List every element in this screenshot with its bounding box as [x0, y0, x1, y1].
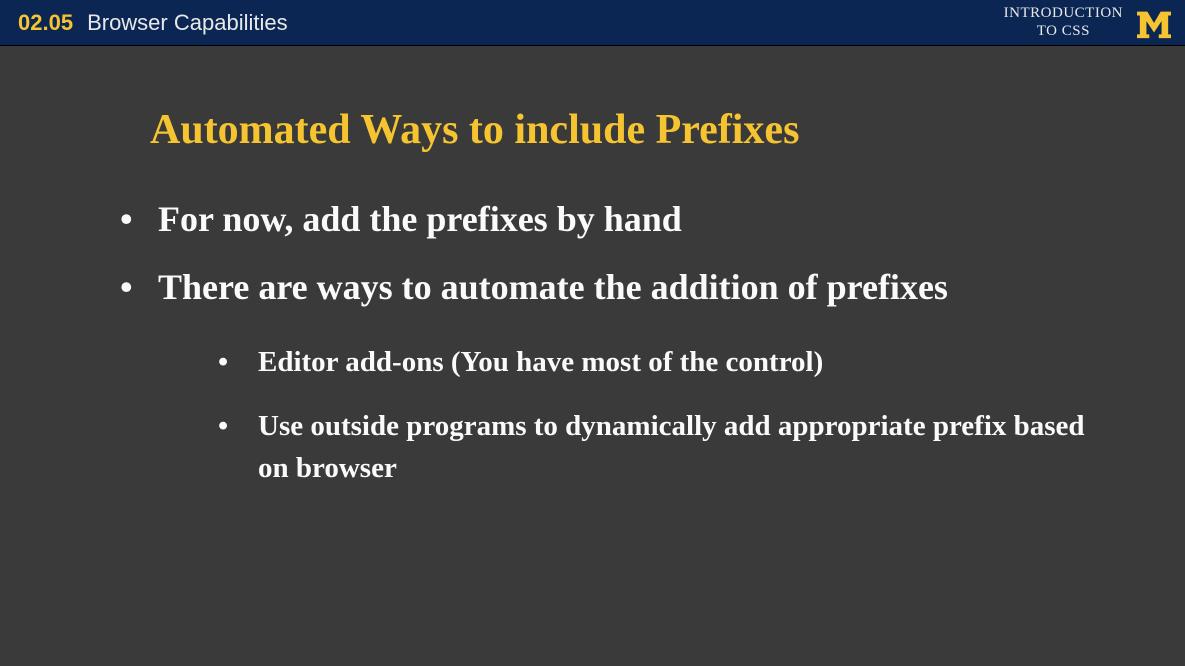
- header-bar: 02.05 Browser Capabilities INTRODUCTION …: [0, 0, 1185, 46]
- slide-content: Automated Ways to include Prefixes For n…: [0, 46, 1185, 489]
- sub-bullet-list: Editor add-ons (You have most of the con…: [158, 341, 1115, 489]
- header-right: INTRODUCTION TO CSS: [1004, 5, 1173, 40]
- michigan-logo-icon: [1135, 6, 1173, 40]
- slide-topic: Browser Capabilities: [87, 10, 288, 36]
- slide-number: 02.05: [18, 10, 73, 36]
- course-title: INTRODUCTION TO CSS: [1004, 5, 1123, 40]
- bullet-list: For now, add the prefixes by hand There …: [120, 194, 1115, 489]
- slide-title: Automated Ways to include Prefixes: [150, 106, 1115, 154]
- header-left: 02.05 Browser Capabilities: [18, 10, 288, 36]
- bullet-text: There are ways to automate the addition …: [158, 267, 948, 307]
- sub-bullet-item: Editor add-ons (You have most of the con…: [158, 341, 1115, 383]
- course-title-line2: TO CSS: [1004, 23, 1123, 40]
- course-title-line1: INTRODUCTION: [1004, 5, 1123, 22]
- sub-bullet-item: Use outside programs to dynamically add …: [158, 405, 1115, 489]
- bullet-item: There are ways to automate the addition …: [120, 262, 1115, 489]
- bullet-item: For now, add the prefixes by hand: [120, 194, 1115, 244]
